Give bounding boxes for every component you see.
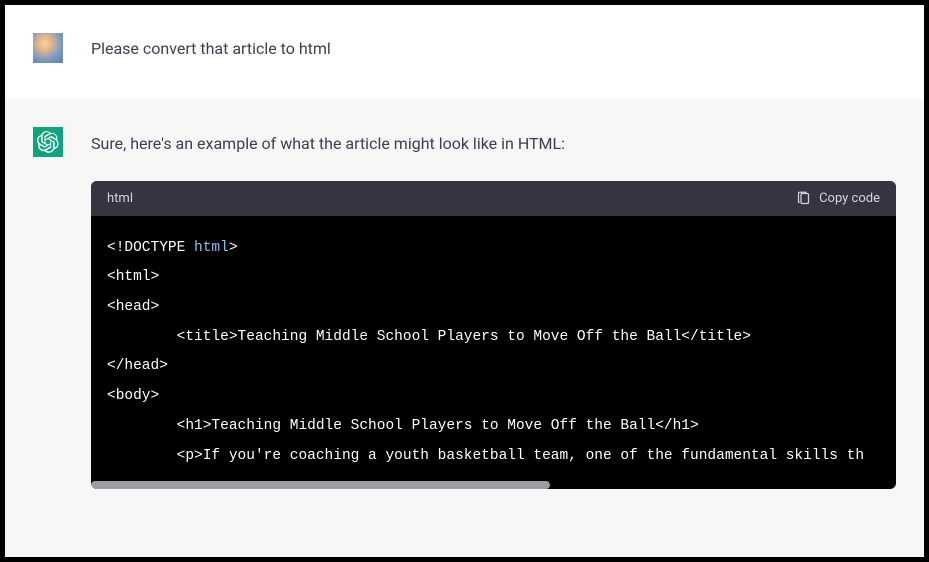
copy-code-button[interactable]: Copy code [796,191,880,206]
assistant-message-text: Sure, here's an example of what the arti… [91,127,896,157]
code-line: <head> [107,299,159,315]
code-line: </head> [107,358,168,374]
code-line: <!DOCTYPE html> [107,240,238,256]
code-line: <body> [107,388,159,404]
code-line: <title>Teaching Middle School Players to… [107,329,751,345]
user-message-row: Please convert that article to html [5,5,924,99]
code-block: html Copy code <!DOCTYPE html> <html> <h… [91,181,896,490]
code-language-label: html [107,191,133,206]
clipboard-icon [796,191,811,206]
user-avatar [33,33,63,63]
openai-logo-icon [37,131,59,153]
assistant-avatar [33,127,63,157]
user-message-text: Please convert that article to html [91,33,331,61]
code-line: <p>If you're coaching a youth basketball… [107,448,864,464]
copy-code-label: Copy code [819,191,880,206]
code-line: <html> [107,269,159,285]
code-block-header: html Copy code [91,181,896,216]
horizontal-scrollbar[interactable] [91,481,550,489]
code-content[interactable]: <!DOCTYPE html> <html> <head> <title>Tea… [91,216,896,490]
assistant-message-row: Sure, here's an example of what the arti… [5,99,924,557]
code-line: <h1>Teaching Middle School Players to Mo… [107,418,699,434]
